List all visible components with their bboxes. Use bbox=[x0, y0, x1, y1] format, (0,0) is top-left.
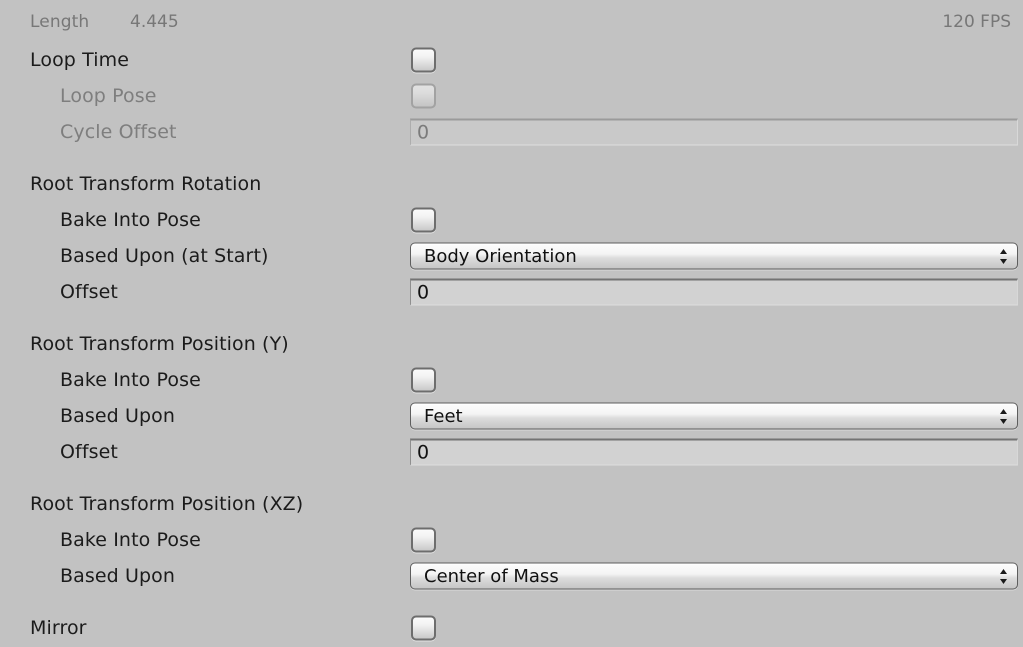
root-transform-position-y-header-row: Root Transform Position (Y) bbox=[0, 326, 1023, 362]
rotation-based-upon-value: Body Orientation bbox=[424, 245, 577, 267]
chevron-updown-icon bbox=[1000, 248, 1007, 264]
root-transform-rotation-header-row: Root Transform Rotation bbox=[0, 166, 1023, 202]
root-transform-position-xz-header: Root Transform Position (XZ) bbox=[30, 493, 304, 515]
cycle-offset-row: Cycle Offset 0 bbox=[0, 114, 1023, 150]
rotation-bake-into-pose-row: Bake Into Pose bbox=[0, 202, 1023, 238]
loop-pose-label: Loop Pose bbox=[60, 85, 157, 107]
position-xz-based-upon-label: Based Upon bbox=[60, 565, 175, 587]
cycle-offset-field[interactable]: 0 bbox=[410, 118, 1018, 146]
root-transform-rotation-header: Root Transform Rotation bbox=[30, 173, 262, 195]
position-y-bake-into-pose-label: Bake Into Pose bbox=[60, 369, 201, 391]
position-y-offset-field[interactable]: 0 bbox=[410, 438, 1018, 466]
position-xz-bake-into-pose-row: Bake Into Pose bbox=[0, 522, 1023, 558]
length-label: Length bbox=[30, 12, 90, 32]
position-xz-bake-into-pose-label: Bake Into Pose bbox=[60, 529, 201, 551]
loop-pose-row: Loop Pose bbox=[0, 78, 1023, 114]
fps-label: 120 FPS bbox=[942, 12, 1011, 32]
mirror-checkbox[interactable] bbox=[411, 615, 436, 641]
loop-time-row: Loop Time bbox=[0, 42, 1023, 78]
rotation-bake-into-pose-label: Bake Into Pose bbox=[60, 209, 201, 231]
rotation-offset-field[interactable]: 0 bbox=[410, 278, 1018, 306]
position-xz-bake-into-pose-checkbox[interactable] bbox=[411, 527, 436, 553]
position-y-based-upon-row: Based Upon Feet bbox=[0, 398, 1023, 434]
loop-time-checkbox[interactable] bbox=[411, 47, 436, 73]
position-y-bake-into-pose-row: Bake Into Pose bbox=[0, 362, 1023, 398]
position-y-based-upon-dropdown[interactable]: Feet bbox=[410, 402, 1018, 430]
rotation-based-upon-dropdown[interactable]: Body Orientation bbox=[410, 242, 1018, 270]
root-transform-position-y-header: Root Transform Position (Y) bbox=[30, 333, 289, 355]
rotation-based-upon-row: Based Upon (at Start) Body Orientation bbox=[0, 238, 1023, 274]
rotation-bake-into-pose-checkbox[interactable] bbox=[411, 207, 436, 233]
mirror-label: Mirror bbox=[30, 617, 87, 639]
rotation-offset-row: Offset 0 bbox=[0, 274, 1023, 310]
rotation-offset-value: 0 bbox=[417, 281, 430, 304]
root-transform-position-xz-header-row: Root Transform Position (XZ) bbox=[0, 486, 1023, 522]
rotation-offset-label: Offset bbox=[60, 281, 118, 303]
chevron-updown-icon bbox=[1000, 568, 1007, 584]
position-y-bake-into-pose-checkbox[interactable] bbox=[411, 367, 436, 393]
animation-inspector-panel: Length 4.445 120 FPS Loop Time Loop Pose… bbox=[0, 0, 1023, 647]
mirror-row: Mirror bbox=[0, 610, 1023, 646]
position-y-offset-label: Offset bbox=[60, 441, 118, 463]
position-y-based-upon-label: Based Upon bbox=[60, 405, 175, 427]
loop-pose-checkbox[interactable] bbox=[411, 83, 436, 109]
length-row: Length 4.445 120 FPS bbox=[0, 4, 1023, 40]
position-xz-based-upon-dropdown[interactable]: Center of Mass bbox=[410, 562, 1018, 590]
position-xz-based-upon-row: Based Upon Center of Mass bbox=[0, 558, 1023, 594]
cycle-offset-label: Cycle Offset bbox=[60, 121, 177, 143]
position-y-offset-value: 0 bbox=[417, 441, 430, 464]
chevron-updown-icon bbox=[1000, 408, 1007, 424]
position-xz-based-upon-value: Center of Mass bbox=[424, 565, 559, 587]
position-y-based-upon-value: Feet bbox=[424, 405, 463, 427]
position-y-offset-row: Offset 0 bbox=[0, 434, 1023, 470]
loop-time-label: Loop Time bbox=[30, 49, 129, 71]
rotation-based-upon-label: Based Upon (at Start) bbox=[60, 245, 269, 267]
cycle-offset-value: 0 bbox=[417, 121, 430, 144]
length-value: 4.445 bbox=[130, 12, 179, 32]
